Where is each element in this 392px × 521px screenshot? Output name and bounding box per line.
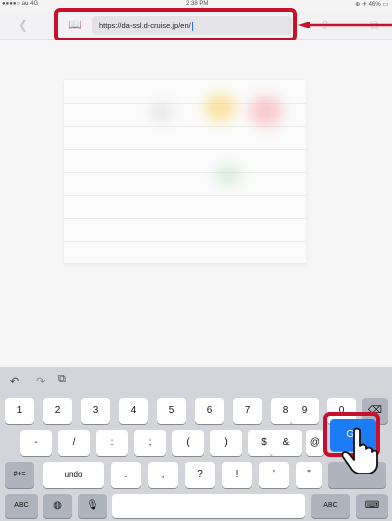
- key-7[interactable]: 7: [233, 398, 262, 424]
- key-quote[interactable]: ": [296, 462, 322, 488]
- paste-icon[interactable]: ⧉: [58, 373, 66, 386]
- key-1[interactable]: 1: [5, 398, 34, 424]
- key-slash[interactable]: /: [58, 430, 90, 456]
- key-exclamation[interactable]: !: [222, 462, 252, 488]
- key-ampersand[interactable]: &: [270, 430, 302, 456]
- clock: 2:38 PM: [186, 1, 209, 7]
- favicon-blur: [204, 94, 236, 122]
- keyboard-hide-icon[interactable]: ⌨: [356, 494, 388, 518]
- space-bar[interactable]: [112, 494, 305, 518]
- chevron-left-icon[interactable]: ❮: [18, 11, 28, 40]
- key-at[interactable]: @: [306, 430, 324, 456]
- battery-status: ⊕ ✈ 46% ▭: [355, 2, 388, 8]
- favicon-blur: [149, 104, 175, 120]
- address-bar-callout: [54, 8, 297, 42]
- key-dash[interactable]: -: [20, 430, 52, 456]
- favicon-blur: [249, 96, 283, 126]
- key-semicolon[interactable]: ;: [134, 430, 166, 456]
- symbols-key[interactable]: #+=: [5, 462, 34, 488]
- key-period[interactable]: .: [111, 462, 141, 488]
- mic-icon[interactable]: 🎙: [78, 494, 107, 518]
- pointing-hand-icon: [341, 427, 378, 474]
- key-apostrophe[interactable]: ': [259, 462, 289, 488]
- favicon-blur: [214, 164, 242, 186]
- key-9[interactable]: 9: [290, 398, 319, 424]
- key-2[interactable]: 2: [43, 398, 72, 424]
- web-content: [0, 40, 392, 367]
- suggestion-divider: [64, 218, 306, 219]
- abc-key-left[interactable]: ABC: [5, 494, 38, 518]
- globe-icon[interactable]: ◍: [43, 494, 72, 518]
- suggestion-divider: [64, 126, 306, 127]
- carrier-label: ●●●●○ au 4G: [2, 1, 39, 7]
- key-comma[interactable]: ,: [148, 462, 178, 488]
- key-open-paren[interactable]: (: [172, 430, 204, 456]
- key-6[interactable]: 6: [195, 398, 224, 424]
- key-question[interactable]: ?: [185, 462, 215, 488]
- suggestions-popover: [64, 80, 306, 263]
- suggestion-divider: [64, 241, 306, 242]
- redo-icon[interactable]: ↷: [36, 375, 45, 388]
- suggestion-divider: [64, 149, 306, 150]
- key-5[interactable]: 5: [157, 398, 186, 424]
- key-close-paren[interactable]: ): [210, 430, 242, 456]
- suggestion-divider: [64, 172, 306, 173]
- abc-key-right[interactable]: ABC: [311, 494, 350, 518]
- key-colon[interactable]: :: [96, 430, 128, 456]
- key-4[interactable]: 4: [119, 398, 148, 424]
- key-3[interactable]: 3: [81, 398, 110, 424]
- undo-icon[interactable]: ↶: [10, 375, 19, 388]
- suggestion-divider: [64, 195, 306, 196]
- undo-key[interactable]: undo: [43, 462, 104, 488]
- callout-arrow-icon: [298, 22, 392, 28]
